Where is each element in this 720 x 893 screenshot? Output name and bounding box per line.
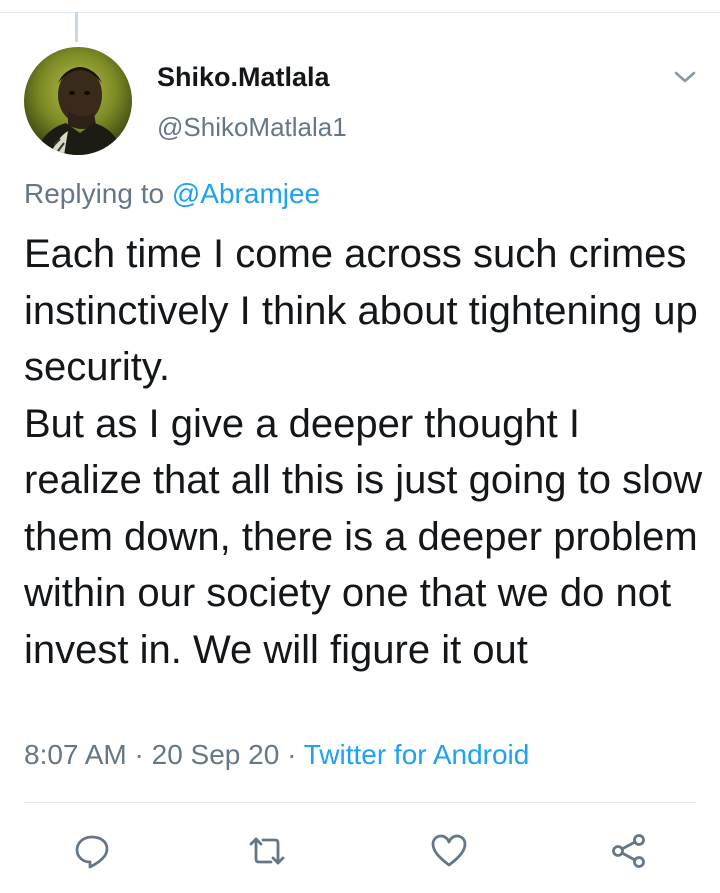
like-button[interactable] <box>424 826 474 876</box>
display-name[interactable]: Shiko.Matlala <box>157 62 330 93</box>
mention-link[interactable]: @Abramjee <box>172 178 320 209</box>
retweet-button[interactable] <box>242 826 292 876</box>
reply-icon <box>75 835 109 869</box>
replying-to-prefix: Replying to <box>24 178 172 209</box>
avatar-photo <box>34 67 124 155</box>
action-bar <box>0 826 720 876</box>
more-options-button[interactable] <box>668 60 702 94</box>
thread-connector-line <box>75 12 78 42</box>
tweet-date: 20 Sep 20 <box>151 739 280 770</box>
bottom-divider <box>24 802 696 803</box>
tweet-time: 8:07 AM <box>24 739 127 770</box>
share-icon <box>612 834 645 868</box>
chevron-down-icon <box>674 71 696 83</box>
meta-separator: · <box>279 739 304 770</box>
tweet-source-link[interactable]: Twitter for Android <box>304 739 530 770</box>
share-button[interactable] <box>604 826 654 876</box>
replying-to: Replying to @Abramjee <box>24 178 320 210</box>
tweet-text: Each time I come across such crimes inst… <box>24 232 703 672</box>
tweet-meta: 8:07 AM · 20 Sep 20 · Twitter for Androi… <box>24 739 529 771</box>
user-handle[interactable]: @ShikoMatlala1 <box>157 112 347 143</box>
meta-separator: · <box>126 739 152 770</box>
heart-icon <box>431 834 467 867</box>
top-divider <box>0 12 720 13</box>
retweet-icon <box>249 837 285 865</box>
avatar[interactable] <box>24 47 132 155</box>
reply-button[interactable] <box>67 826 117 876</box>
